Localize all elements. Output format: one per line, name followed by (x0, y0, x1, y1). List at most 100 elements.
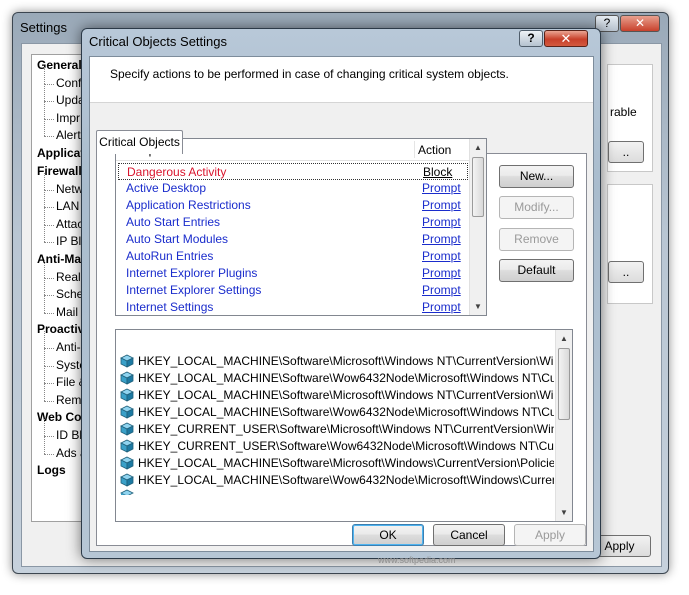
registry-path: HKEY_LOCAL_MACHINE\Software\Microsoft\Wi… (138, 354, 554, 368)
tree-item[interactable]: LAN (56, 199, 79, 213)
dialog-body: Specify actions to be performed in case … (89, 56, 594, 552)
tree-connector (44, 118, 54, 120)
group-name: Internet Settings (126, 300, 214, 314)
apply-button[interactable]: Apply (514, 524, 586, 546)
list-item[interactable]: Internet Explorer Plugins Prompt (118, 265, 468, 282)
action-link[interactable]: Block (423, 165, 452, 179)
dialog-help-button[interactable]: ? (519, 30, 543, 47)
list-item[interactable]: Auto Start Entries Prompt (118, 214, 468, 231)
tree-connector (44, 436, 54, 437)
group-name: Internet Explorer Settings (126, 283, 262, 297)
tree-item[interactable]: Logs (37, 463, 66, 477)
scroll-down-arrow-icon[interactable]: ▼ (470, 298, 486, 315)
list-item[interactable]: Auto Start Modules Prompt (118, 231, 468, 248)
tree-item[interactable]: Impr (56, 111, 80, 125)
action-link[interactable]: Prompt (422, 181, 461, 195)
list-scrollbar[interactable]: ▲ ▼ (469, 139, 486, 315)
tree-connector (44, 207, 54, 208)
tree-connector (44, 84, 45, 101)
list-item[interactable]: AutoRun Entries Prompt (118, 248, 468, 265)
registry-entries-list[interactable]: HKEY_LOCAL_MACHINE\Software\Microsoft\Wi… (115, 329, 573, 522)
remove-button[interactable]: Remove (499, 228, 574, 251)
list-item[interactable]: Internet Explorer Settings Prompt (118, 282, 468, 299)
action-link[interactable]: Prompt (422, 283, 461, 297)
registry-scroll-up-arrow-icon[interactable]: ▲ (556, 330, 572, 347)
tree-item[interactable]: IP Bl (56, 234, 81, 248)
settings-right-button-1[interactable]: .. (608, 141, 644, 163)
registry-scrollbar[interactable]: ▲ ▼ (555, 330, 572, 521)
tree-item[interactable]: Conf (56, 76, 81, 90)
settings-window-title: Settings (20, 20, 67, 35)
action-link[interactable]: Prompt (422, 215, 461, 229)
tree-item[interactable]: Attac (56, 217, 83, 231)
ok-button[interactable]: OK (352, 524, 424, 546)
new-button[interactable]: New... (499, 165, 574, 188)
column-header-action[interactable]: Action (418, 143, 451, 157)
tree-item[interactable]: Sche (56, 287, 83, 301)
group-name: Active Desktop (126, 181, 207, 195)
tree-connector (44, 207, 45, 225)
tree-connector (44, 83, 54, 85)
dialog-description: Specify actions to be performed in case … (110, 67, 509, 81)
settings-right-button-2[interactable]: .. (608, 261, 644, 283)
registry-entry[interactable]: HKEY_CURRENT_USER\Software\Wow6432Node\M… (120, 438, 554, 455)
registry-entry[interactable]: HKEY_LOCAL_MACHINE\Software\Microsoft\Wi… (120, 455, 554, 472)
cancel-button[interactable]: Cancel (433, 524, 505, 546)
settings-right-panel-bottom: .. (607, 184, 653, 304)
description-band: Specify actions to be performed in case … (90, 57, 593, 103)
tree-item[interactable]: Netw (56, 182, 83, 196)
tree-connector (44, 331, 45, 348)
tab-critical-objects[interactable]: Critical Objects (96, 130, 183, 154)
action-link[interactable]: Prompt (422, 249, 461, 263)
tree-connector (44, 295, 45, 313)
tree-connector (44, 348, 54, 349)
tree-item[interactable]: Rem (56, 393, 81, 407)
registry-entry[interactable]: HKEY_LOCAL_MACHINE\Software\Microsoft\Wi… (120, 387, 554, 404)
registry-entry[interactable]: HKEY_CURRENT_USER\Software\Microsoft\Win… (120, 421, 554, 438)
list-item[interactable]: Dangerous Activity Block (118, 163, 468, 180)
tree-item[interactable]: Applicat (37, 146, 84, 160)
registry-entry[interactable]: HKEY_LOCAL_MACHINE\Software\Wow6432Node\… (120, 404, 554, 421)
critical-objects-list[interactable]: Group Action Dangerous ActivityBlockActi… (115, 138, 487, 316)
default-button[interactable]: Default (499, 259, 574, 282)
tree-item[interactable]: Anti- (56, 340, 81, 354)
critical-objects-dialog: Critical Objects Settings ? ✕ Specify ac… (81, 28, 601, 559)
action-link[interactable]: Prompt (422, 232, 461, 246)
tree-item[interactable]: Alert (56, 128, 81, 142)
dialog-close-button[interactable]: ✕ (544, 30, 588, 47)
tree-connector (44, 348, 45, 366)
tree-item[interactable]: ID Bl (56, 428, 82, 442)
registry-cube-icon (120, 456, 134, 470)
tree-item[interactable]: Mail (56, 305, 78, 319)
list-item[interactable]: Active Desktop Prompt (118, 180, 468, 197)
tree-connector (44, 383, 45, 401)
registry-path: HKEY_LOCAL_MACHINE\Software\Microsoft\Wi… (138, 388, 554, 402)
registry-entry[interactable]: HKEY_LOCAL_MACHINE\Software\Microsoft\Wi… (120, 353, 554, 370)
tree-connector (44, 242, 54, 243)
list-item[interactable]: Internet Settings Prompt (118, 299, 468, 316)
tree-connector (44, 172, 45, 190)
action-link[interactable]: Prompt (422, 266, 461, 280)
registry-path: HKEY_LOCAL_MACHINE\Software\Microsoft\Wi… (138, 456, 554, 470)
modify-button[interactable]: Modify... (499, 196, 574, 219)
action-link[interactable]: Prompt (422, 300, 461, 314)
group-name: AutoRun Entries (126, 249, 214, 263)
tree-connector (44, 66, 45, 84)
tree-connector (44, 400, 54, 402)
registry-path: HKEY_CURRENT_USER\Software\Microsoft\Win… (138, 422, 554, 436)
registry-scroll-down-arrow-icon[interactable]: ▼ (556, 504, 572, 521)
scroll-thumb[interactable] (472, 157, 484, 217)
tree-connector (44, 365, 54, 367)
settings-right-text: rable (610, 105, 637, 119)
registry-cube-icon (120, 439, 134, 453)
settings-close-button[interactable]: ✕ (620, 15, 660, 32)
registry-entry[interactable]: HKEY_LOCAL_MACHINE\Software\Wow6432Node\… (120, 370, 554, 387)
list-item[interactable]: Application Restrictions Prompt (118, 197, 468, 214)
registry-entry[interactable]: HKEY_LOCAL_MACHINE\Software\Wow6432Node\… (120, 472, 554, 489)
scroll-up-arrow-icon[interactable]: ▲ (470, 139, 486, 156)
action-link[interactable]: Prompt (422, 198, 461, 212)
tree-connector (44, 295, 54, 296)
group-name: Application Restrictions (126, 198, 251, 212)
tree-connector (44, 190, 45, 207)
registry-scroll-thumb[interactable] (558, 348, 570, 420)
